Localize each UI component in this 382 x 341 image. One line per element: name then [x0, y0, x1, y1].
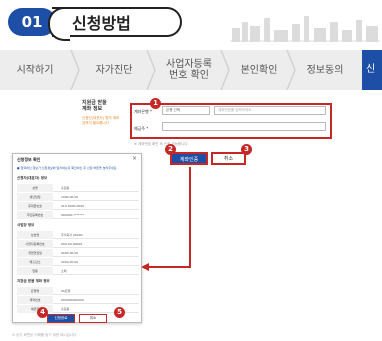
account-number-input[interactable]: 계좌번호를 입력하세요: [214, 106, 326, 115]
progress-steps: 시작하기 자가진단 사업자등록 번호 확인 본인확인 정보동의 신: [0, 50, 382, 90]
footer-note: ※ 상기 화면은 이해를 돕기 위한 예시입니다.: [12, 333, 78, 337]
row-value: 소매: [61, 269, 67, 273]
confirm-popup: 신청정보 확인 × ● 입력하신 정보가 신청정보와 일치하는지 확인하신 후 …: [12, 153, 142, 323]
header: 01 신청방법: [0, 0, 382, 46]
step-consent: 정보동의: [306, 64, 344, 76]
badge-4: 4: [37, 307, 48, 318]
badge-2: 2: [165, 144, 176, 155]
chevron-right-icon: [286, 50, 296, 90]
account-card-label: 지원금 받을 계좌 정보: [82, 100, 107, 112]
row-value: 2020.00.00: [61, 260, 79, 264]
bank-field-label: 계좌은행 *: [134, 109, 152, 114]
row-value: 010-0000-0000: [61, 204, 85, 208]
step-apply-active: 신: [362, 50, 382, 90]
badge-1: 1: [150, 98, 161, 109]
account-note: ※ 계좌번호 확인 후 신청 가능합니다.: [134, 142, 189, 146]
row-key: 생년월일: [17, 193, 53, 201]
row-value: 0000.00.00: [61, 251, 79, 255]
chevron-right-icon: [220, 50, 230, 90]
cancel-button[interactable]: 취소: [211, 152, 246, 165]
arrow-left-icon: [141, 263, 149, 271]
connector-line-horizontal: [148, 266, 191, 268]
account-auth-button[interactable]: 계좌인증: [170, 152, 208, 165]
connector-line-vertical: [189, 167, 191, 267]
account-holder-label: 예금주 *: [134, 126, 149, 131]
row-key: 휴대폰번호: [17, 202, 53, 210]
table-row: 계좌번호 000000000000: [17, 296, 139, 304]
table-row: 매출감소 2020.00.00: [17, 258, 139, 266]
step-self-diagnosis: 자가진단: [95, 64, 133, 76]
section-title: 지원금 받을 계좌 정보: [17, 279, 50, 283]
row-key: 사업자등록번호: [17, 240, 53, 248]
account-card-subtext: 신청인(대표자) 명의 계좌 입력이 필요합니다: [82, 116, 120, 125]
chevron-right-icon: [70, 50, 80, 90]
table-row: 개업연월일 0000.00.00: [17, 249, 139, 257]
popup-title: 신청정보 확인: [17, 157, 41, 162]
row-key: 상호명: [17, 231, 53, 239]
row-key: 업종: [17, 267, 53, 275]
popup-cancel-button[interactable]: 취소: [79, 314, 107, 323]
row-key: 개업연월일: [17, 249, 53, 257]
chevron-right-icon: [146, 50, 156, 90]
row-value: 000000000000: [61, 298, 84, 302]
row-value: 홍길동: [61, 186, 70, 190]
row-key: 주민등록번호: [17, 211, 53, 219]
row-value: 00은행: [61, 289, 71, 293]
table-row: 업종 소매: [17, 267, 139, 275]
table-row: 은행명 00은행: [17, 287, 139, 295]
row-value: 000-00-00000: [61, 242, 83, 246]
step-start: 시작하기: [16, 64, 54, 76]
bank-select[interactable]: 은행 선택: [162, 106, 210, 115]
row-value: 1990.00.00: [61, 195, 79, 199]
row-value: 주식회사 00000: [61, 233, 83, 237]
row-key: 성명: [17, 184, 53, 192]
section-title: 신청자(대표자) 정보: [17, 176, 48, 180]
skyline-illustration: [230, 16, 380, 42]
step-business-number: 사업자등록 번호 확인: [166, 59, 212, 81]
account-holder-input[interactable]: [162, 122, 326, 131]
table-row: 상호명 주식회사 00000: [17, 231, 139, 239]
badge-3: 3: [241, 144, 252, 155]
row-value: 900000-*******: [61, 213, 85, 217]
apply-complete-button[interactable]: 신청완료: [47, 314, 75, 323]
table-row: 성명 홍길동: [17, 184, 139, 192]
row-key: 은행명: [17, 287, 53, 295]
row-key: 매출감소: [17, 258, 53, 266]
page-title: 신청방법: [72, 14, 131, 33]
popup-description: ● 입력하신 정보가 신청정보와 일치하는지 확인하신 후 신청 버튼을 눌러주…: [17, 166, 118, 170]
table-row: 생년월일 1990.00.00: [17, 193, 139, 201]
close-icon[interactable]: ×: [132, 155, 137, 162]
step-identity: 본인확인: [240, 64, 278, 76]
badge-5: 5: [114, 307, 125, 318]
row-value: 홍길동: [61, 307, 70, 311]
table-row: 사업자등록번호 000-00-00000: [17, 240, 139, 248]
table-row: 휴대폰번호 010-0000-0000: [17, 202, 139, 210]
table-row: 주민등록번호 900000-*******: [17, 211, 139, 219]
row-key: 계좌번호: [17, 296, 53, 304]
section-title: 사업장 정보: [17, 223, 35, 227]
